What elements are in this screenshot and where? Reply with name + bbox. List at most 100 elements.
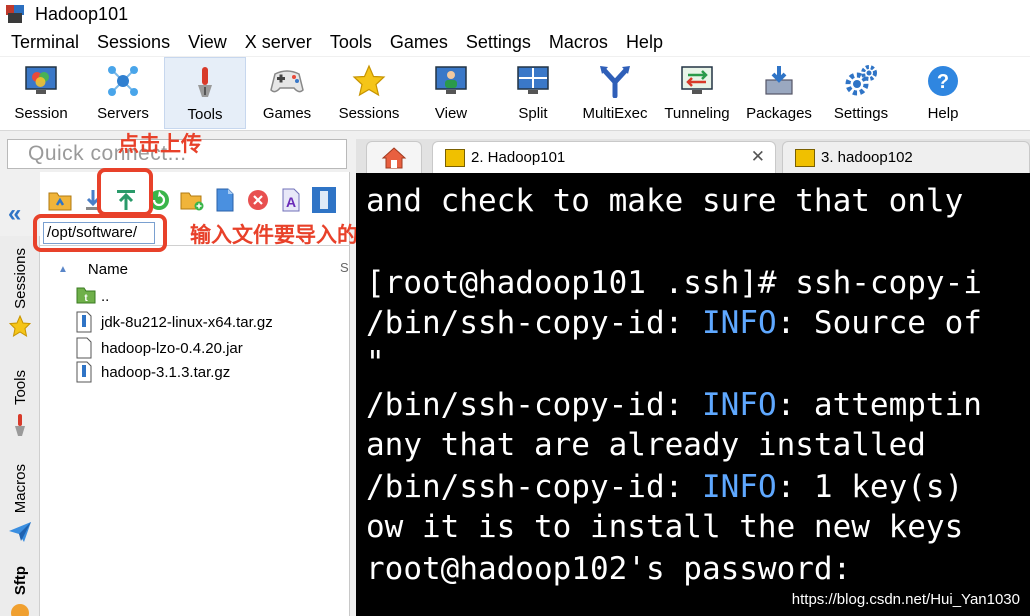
- side-tab-sessions-label: Sessions: [11, 248, 29, 309]
- session-icon: [23, 63, 59, 99]
- tools-side-icon: [15, 414, 25, 437]
- terminal-line: /bin/ssh-copy-id: INFO: 1 key(s): [366, 469, 964, 505]
- sessions-star-icon: [351, 63, 387, 99]
- terminal-line: ow it is to install the new keys: [366, 509, 964, 545]
- side-tab-tools-label: Tools: [11, 370, 29, 406]
- column-size-edge[interactable]: S: [340, 260, 349, 275]
- home-tab[interactable]: [366, 141, 422, 173]
- path-highlight-box: [33, 214, 167, 252]
- help-label: Help: [927, 105, 959, 122]
- archive-file-icon: [76, 361, 94, 383]
- menu-bar: Terminal Sessions View X server Tools Ga…: [0, 28, 1030, 56]
- multiexec-icon: [597, 63, 633, 99]
- new-file-icon[interactable]: [213, 187, 237, 213]
- view-icon: [433, 63, 469, 99]
- parent-folder-row-icon: t: [76, 285, 96, 307]
- paper-plane-icon: [9, 522, 31, 543]
- upload-highlight-box: [97, 168, 153, 216]
- settings-button[interactable]: Settings: [820, 57, 902, 129]
- svg-text:A: A: [286, 194, 296, 210]
- parent-folder-icon[interactable]: [48, 187, 72, 213]
- terminal-follow-icon[interactable]: [312, 187, 336, 213]
- menu-help[interactable]: Help: [620, 32, 669, 53]
- delete-icon[interactable]: [246, 187, 270, 213]
- sessions-button[interactable]: Sessions: [328, 57, 410, 129]
- terminal-line: and check to make sure that only: [366, 183, 964, 219]
- menu-games[interactable]: Games: [384, 32, 454, 53]
- session-button[interactable]: Session: [0, 57, 82, 129]
- session-label: Session: [14, 105, 68, 122]
- side-tab-sftp-label: Sftp: [11, 566, 29, 596]
- packages-button[interactable]: Packages: [738, 57, 820, 129]
- upload-annotation: 点击上传: [118, 132, 202, 156]
- menu-view[interactable]: View: [182, 32, 233, 53]
- packages-icon: [761, 63, 797, 99]
- sort-ascending-icon[interactable]: ▲: [58, 264, 68, 275]
- games-label: Games: [262, 105, 312, 122]
- tab-hadoop101[interactable]: 2. Hadoop101 ✕: [432, 141, 776, 173]
- terminal-line: [root@hadoop101 .ssh]# ssh-copy-i: [366, 265, 982, 301]
- menu-macros[interactable]: Macros: [543, 32, 614, 53]
- split-icon: [515, 63, 551, 99]
- servers-button[interactable]: Servers: [82, 57, 164, 129]
- tools-label: Tools: [187, 106, 223, 123]
- games-button[interactable]: Games: [246, 57, 328, 129]
- mobaxterm-window: Hadoop101 Terminal Sessions View X serve…: [0, 0, 1030, 616]
- terminal-line: /bin/ssh-copy-id: INFO: Source of: [366, 305, 982, 341]
- collapse-sidebar-icon[interactable]: «: [8, 200, 21, 228]
- main-toolbar: Session Servers Tools Games Sessions Vie…: [0, 57, 1030, 131]
- split-label: Split: [518, 105, 548, 122]
- terminal-tab-icon: [795, 148, 815, 167]
- servers-icon: [105, 63, 141, 99]
- file-row-lzo[interactable]: hadoop-lzo-0.4.20.jar: [76, 336, 243, 360]
- sessions-label: Sessions: [338, 105, 400, 122]
- side-tab-macros[interactable]: Macros: [0, 464, 40, 543]
- view-button[interactable]: View: [410, 57, 492, 129]
- tab-hadoop102[interactable]: 3. hadoop102: [782, 141, 1030, 173]
- servers-label: Servers: [97, 105, 149, 122]
- side-tab-sessions[interactable]: Sessions: [0, 248, 40, 337]
- terminal-line: ": [366, 345, 385, 381]
- menu-sessions[interactable]: Sessions: [91, 32, 176, 53]
- app-logo-icon: [5, 3, 27, 25]
- file-list-header: ▲ Name S: [40, 256, 350, 282]
- rename-icon[interactable]: A: [279, 187, 303, 213]
- close-tab-icon[interactable]: ✕: [751, 147, 765, 167]
- tools-button[interactable]: Tools: [164, 57, 246, 129]
- multiexec-label: MultiExec: [582, 105, 648, 122]
- split-button[interactable]: Split: [492, 57, 574, 129]
- column-name[interactable]: Name: [88, 261, 128, 278]
- help-icon: ?: [925, 63, 961, 99]
- file-row-hadoop[interactable]: hadoop-3.1.3.tar.gz: [76, 360, 230, 384]
- terminal-tab-icon: [445, 148, 465, 167]
- file-row-jdk[interactable]: jdk-8u212-linux-x64.tar.gz: [76, 310, 273, 334]
- tunneling-button[interactable]: Tunneling: [656, 57, 738, 129]
- svg-text:?: ?: [937, 71, 949, 93]
- terminal-output[interactable]: and check to make sure that only [root@h…: [356, 173, 1030, 616]
- file-row-parent[interactable]: t ..: [76, 284, 109, 308]
- side-tab-sftp[interactable]: Sftp: [0, 566, 40, 616]
- tab-label: 2. Hadoop101: [471, 149, 566, 166]
- new-folder-icon[interactable]: [180, 187, 204, 213]
- menu-settings[interactable]: Settings: [460, 32, 537, 53]
- file-name: hadoop-3.1.3.tar.gz: [101, 363, 231, 381]
- tunneling-label: Tunneling: [664, 105, 730, 122]
- side-tab-tools[interactable]: Tools: [0, 370, 40, 437]
- window-title: Hadoop101: [35, 3, 129, 24]
- home-icon: [381, 146, 407, 168]
- terminal-line: any that are already installed: [366, 427, 926, 463]
- menu-terminal[interactable]: Terminal: [5, 32, 85, 53]
- menu-xserver[interactable]: X server: [239, 32, 318, 53]
- watermark-text: https://blog.csdn.net/Hui_Yan1030: [791, 591, 1020, 608]
- file-icon: [76, 337, 94, 359]
- menu-tools[interactable]: Tools: [324, 32, 378, 53]
- packages-label: Packages: [746, 105, 812, 122]
- multiexec-button[interactable]: MultiExec: [574, 57, 656, 129]
- view-label: View: [434, 105, 468, 122]
- title-bar: Hadoop101: [0, 0, 1030, 28]
- sftp-side-icon: [11, 604, 29, 616]
- file-name: ..: [101, 287, 110, 305]
- tab-label: 3. hadoop102: [821, 149, 913, 166]
- help-button[interactable]: ? Help: [902, 57, 984, 129]
- tunneling-icon: [679, 63, 715, 99]
